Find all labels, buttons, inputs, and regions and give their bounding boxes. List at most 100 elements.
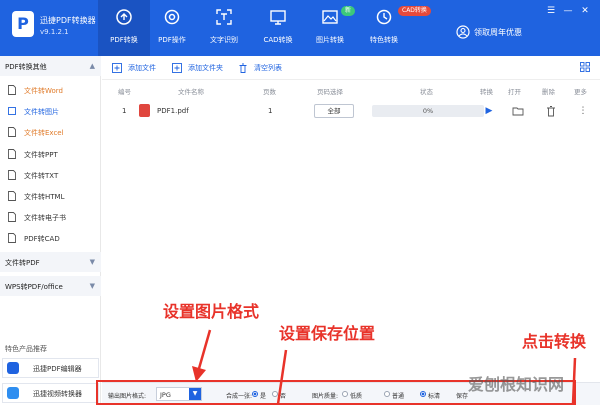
feature-icon bbox=[376, 9, 392, 25]
close-button[interactable]: ✕ bbox=[580, 6, 590, 16]
tab-pdf-convert[interactable]: PDF转换 bbox=[98, 0, 150, 56]
video-converter-icon bbox=[7, 387, 19, 399]
promo-link[interactable]: 领取周年优惠 bbox=[456, 24, 536, 42]
row-pages: 1 bbox=[268, 107, 273, 115]
clear-list-label: 清空列表 bbox=[254, 64, 282, 72]
sidebar-item-label: 文件转Excel bbox=[24, 129, 64, 137]
grid-view-icon[interactable] bbox=[580, 62, 590, 72]
annotation-format: 设置图片格式 bbox=[163, 302, 260, 321]
table-header: 编号 文件名称 页数 页码选择 状态 转换 打开 删除 更多 bbox=[102, 82, 600, 98]
pdf-file-icon bbox=[139, 104, 150, 117]
user-circle-icon bbox=[456, 25, 470, 39]
sidebar-item-html[interactable]: 文件转HTML bbox=[0, 186, 101, 206]
annotation-save: 设置保存位置 bbox=[279, 324, 376, 343]
add-folder-icon bbox=[172, 63, 182, 73]
cad-badge: CAD转换 bbox=[398, 6, 431, 16]
sidebar-item-label: PDF转CAD bbox=[24, 235, 60, 243]
minimize-button[interactable]: — bbox=[563, 6, 573, 16]
sidebar-item-image[interactable]: 文件转图片 bbox=[0, 101, 101, 121]
sidebar-item-cad[interactable]: PDF转CAD bbox=[0, 228, 101, 248]
add-file-icon bbox=[112, 63, 122, 73]
document-icon bbox=[8, 170, 16, 180]
col-range: 页码选择 bbox=[317, 88, 343, 96]
watermark: 爱刨根知识网 bbox=[468, 375, 565, 394]
document-icon bbox=[8, 212, 16, 222]
col-convert: 转换 bbox=[480, 88, 493, 96]
tab-label: 文字识别 bbox=[210, 36, 238, 44]
section-title: WPS转PDF/office bbox=[5, 283, 63, 291]
document-icon bbox=[8, 191, 16, 201]
document-icon bbox=[8, 149, 16, 159]
chevron-up-icon: ▲ bbox=[89, 62, 95, 70]
col-delete: 删除 bbox=[542, 88, 555, 96]
document-icon bbox=[8, 85, 16, 95]
sidebar-item-label: 文件转图片 bbox=[24, 108, 59, 116]
app-name: 迅捷PDF转换器 bbox=[40, 16, 96, 25]
app-header: P 迅捷PDF转换器 v9.1.2.1 PDF转换 PDF操作 文字识别 CAD… bbox=[0, 0, 600, 56]
image-icon bbox=[322, 10, 338, 24]
featured-title: 特色产品推荐 bbox=[5, 345, 47, 353]
sidebar-item-excel[interactable]: 文件转Excel bbox=[0, 122, 101, 142]
sidebar-item-label: 文件转TXT bbox=[24, 172, 59, 180]
sidebar: PDF转换其他 ▲ 文件转Word 文件转图片 文件转Excel 文件转PPT … bbox=[0, 56, 101, 405]
menu-icon[interactable]: ☰ bbox=[546, 6, 556, 16]
col-open: 打开 bbox=[508, 88, 521, 96]
sidebar-item-ppt[interactable]: 文件转PPT bbox=[0, 144, 101, 164]
sidebar-item-label: 文件转HTML bbox=[24, 193, 65, 201]
sidebar-item-label: 文件转电子书 bbox=[24, 214, 66, 222]
tab-cad[interactable]: CAD转换 bbox=[252, 0, 304, 56]
section-title: PDF转换其他 bbox=[5, 63, 47, 71]
app-logo: P bbox=[12, 11, 34, 37]
tab-pdf-operate[interactable]: PDF操作 bbox=[146, 0, 198, 56]
play-icon[interactable]: ▶ bbox=[483, 104, 495, 118]
new-badge: 新 bbox=[341, 6, 356, 16]
more-icon[interactable]: ⋮ bbox=[577, 104, 589, 118]
row-filename: PDF1.pdf bbox=[157, 107, 189, 115]
arrow-save bbox=[276, 349, 288, 405]
tab-ocr[interactable]: 文字识别 bbox=[198, 0, 250, 56]
image-icon bbox=[8, 107, 16, 115]
sidebar-item-label: 文件转Word bbox=[24, 87, 63, 95]
col-status: 状态 bbox=[420, 88, 433, 96]
chevron-down-icon: ▼ bbox=[89, 282, 95, 290]
annotation-convert: 点击转换 bbox=[522, 332, 587, 351]
promo-label: 领取周年优惠 bbox=[474, 28, 522, 37]
document-icon bbox=[8, 233, 16, 243]
tab-label: CAD转换 bbox=[263, 36, 293, 44]
sidebar-section-to-pdf[interactable]: 文件转PDF ▼ bbox=[0, 252, 101, 272]
add-file-label: 添加文件 bbox=[128, 64, 156, 72]
section-title: 文件转PDF bbox=[5, 259, 40, 267]
document-icon bbox=[8, 127, 16, 137]
add-folder-label: 添加文件夹 bbox=[188, 64, 223, 72]
row-number: 1 bbox=[122, 107, 127, 115]
col-pages: 页数 bbox=[263, 88, 276, 96]
convert-icon bbox=[116, 9, 132, 25]
product-video-converter[interactable]: 迅捷视频转换器 bbox=[2, 383, 99, 403]
product-label: 迅捷PDF编辑器 bbox=[33, 365, 82, 373]
col-more: 更多 bbox=[574, 88, 587, 96]
folder-open-icon[interactable] bbox=[512, 104, 524, 118]
sidebar-item-word[interactable]: 文件转Word bbox=[0, 80, 101, 100]
arrow-format bbox=[192, 329, 212, 382]
app-version: v9.1.2.1 bbox=[40, 28, 69, 36]
sidebar-item-txt[interactable]: 文件转TXT bbox=[0, 165, 101, 185]
chevron-down-icon: ▼ bbox=[89, 258, 95, 266]
tab-label: 图片转换 bbox=[316, 36, 344, 44]
trash-icon[interactable] bbox=[545, 104, 557, 118]
arrow-convert bbox=[571, 357, 577, 405]
table-row: 1 PDF1.pdf 1 全部 0% ▶ ⋮ bbox=[102, 100, 600, 122]
tab-label: PDF操作 bbox=[158, 36, 186, 44]
sidebar-item-label: 文件转PPT bbox=[24, 151, 58, 159]
product-pdf-editor[interactable]: 迅捷PDF编辑器 bbox=[2, 358, 99, 378]
tab-label: 特色转换 bbox=[370, 36, 398, 44]
sidebar-item-ebook[interactable]: 文件转电子书 bbox=[0, 207, 101, 227]
col-filename: 文件名称 bbox=[178, 88, 204, 96]
sidebar-section-pdf-convert[interactable]: PDF转换其他 ▲ bbox=[0, 56, 101, 76]
sidebar-section-wps[interactable]: WPS转PDF/office ▼ bbox=[0, 276, 101, 296]
cad-icon bbox=[270, 10, 286, 25]
progress-text: 0% bbox=[422, 107, 434, 115]
gear-icon bbox=[164, 9, 180, 25]
progress-bar: 0% bbox=[372, 105, 484, 117]
ocr-icon bbox=[216, 9, 232, 25]
page-range-button[interactable]: 全部 bbox=[314, 104, 354, 118]
